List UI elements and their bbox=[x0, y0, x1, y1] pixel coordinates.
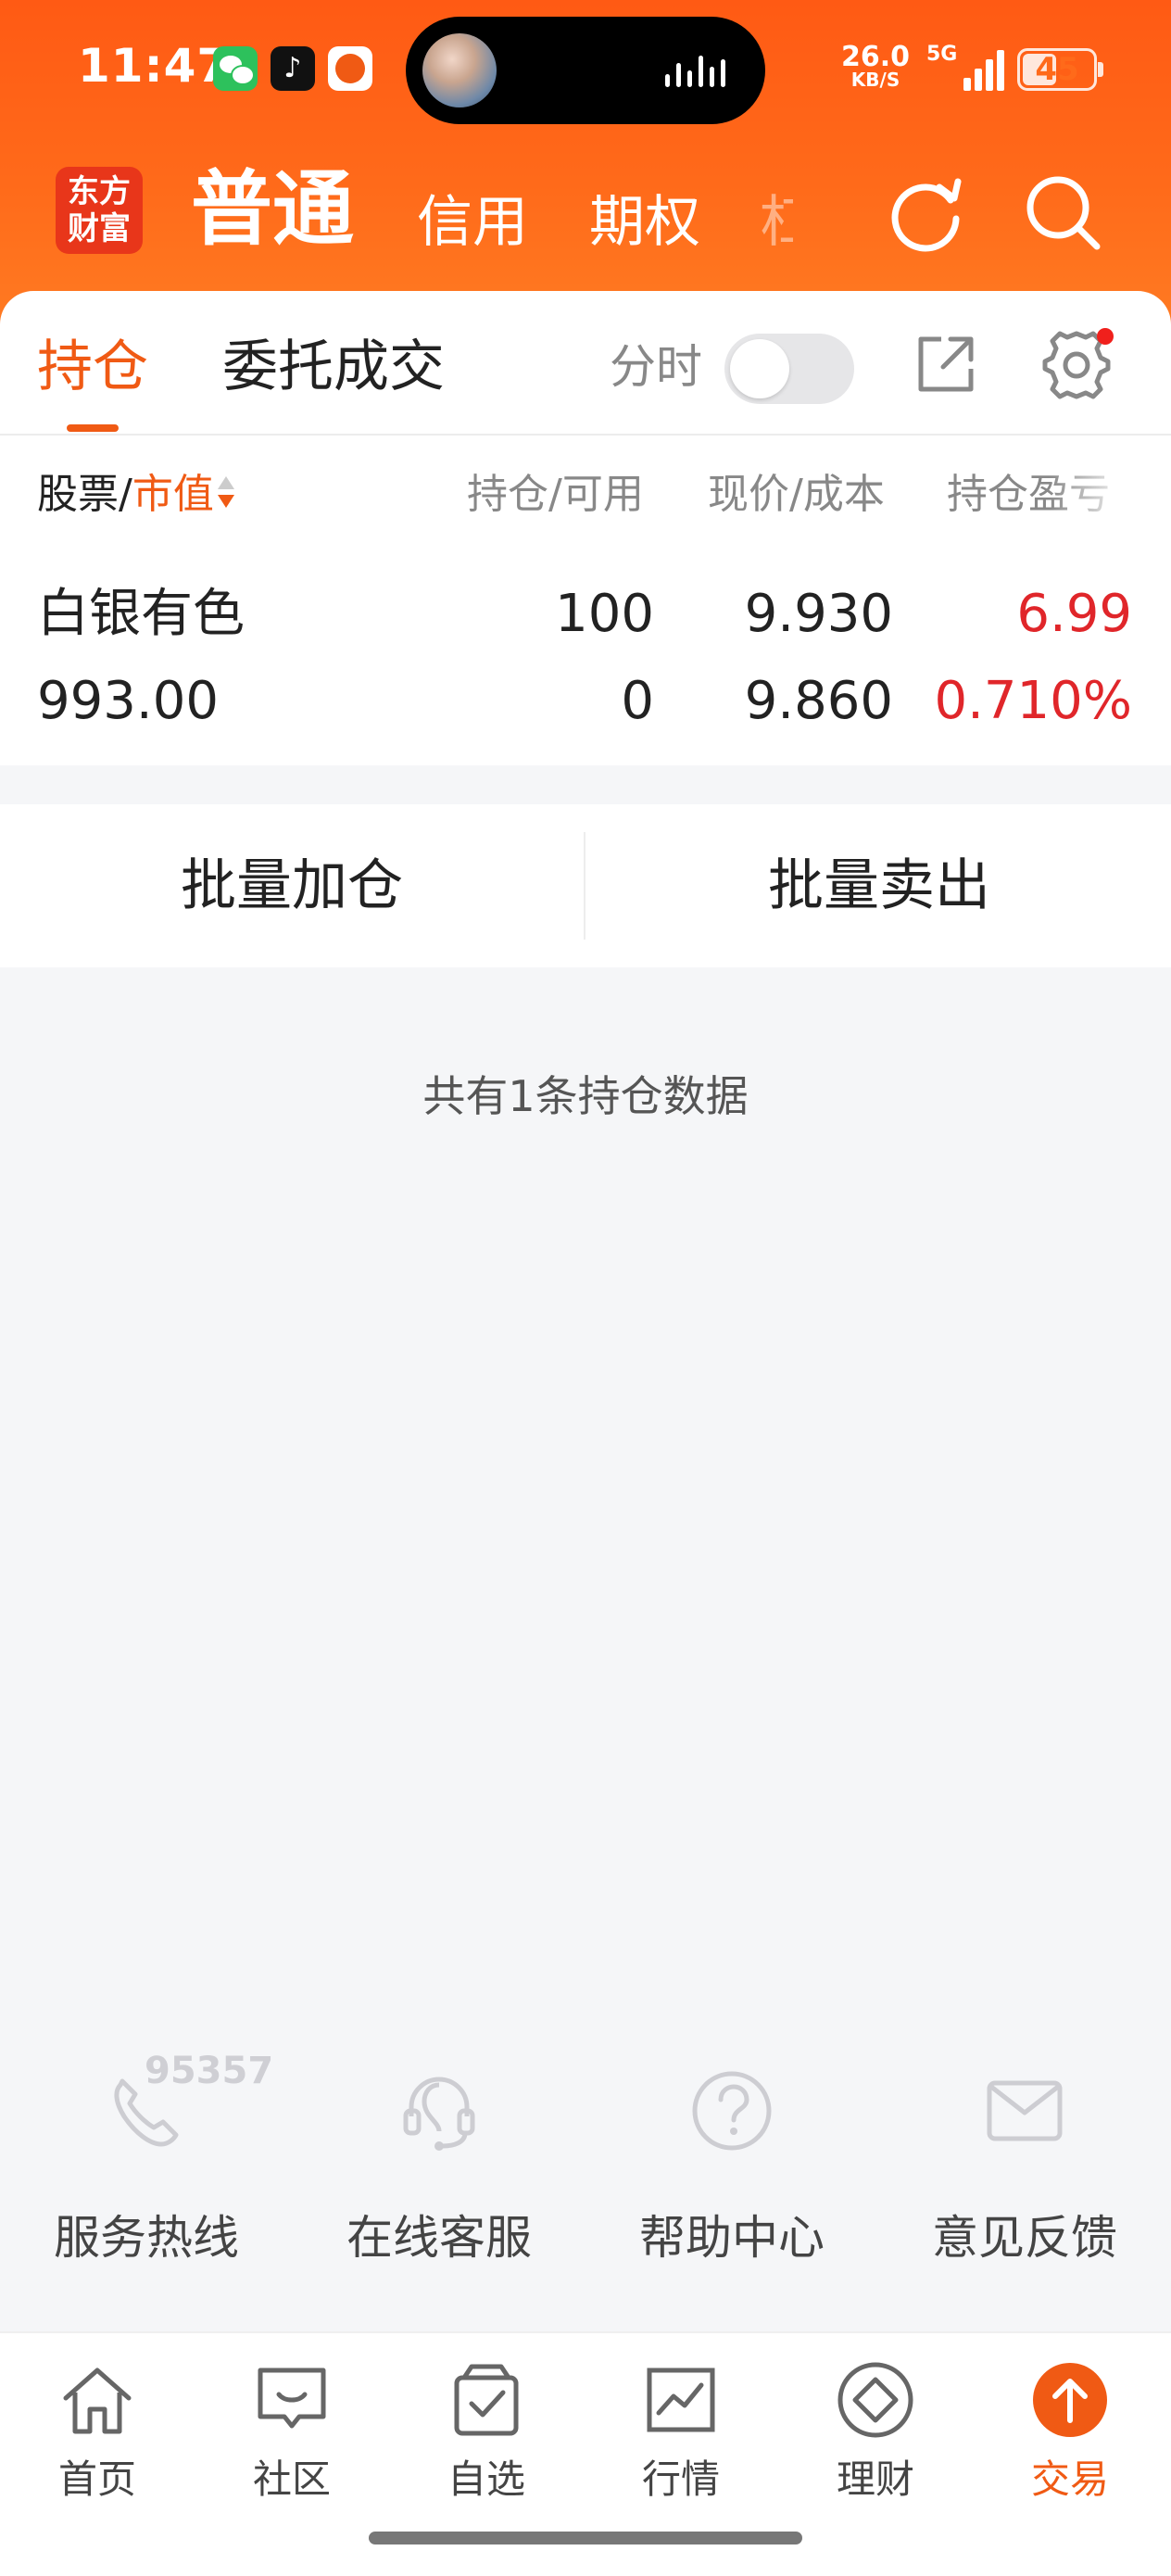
positions-count: 共有1条持仓数据 bbox=[422, 1071, 749, 1121]
mail-icon bbox=[987, 2080, 1063, 2141]
battery-icon: 45 bbox=[1017, 48, 1103, 91]
header-price-cost: 现价/成本 bbox=[708, 471, 885, 518]
profit-loss-percent: 0.710% bbox=[934, 671, 1132, 731]
profit-loss-amount: 6.99 bbox=[1016, 584, 1132, 644]
service-help-center[interactable]: 帮助中心 bbox=[586, 2048, 878, 2270]
timeshare-label: 分时 bbox=[610, 340, 702, 394]
toggle-knob bbox=[730, 339, 789, 398]
holding-qty: 100 bbox=[555, 584, 654, 644]
nav-home[interactable]: 首页 bbox=[0, 2359, 195, 2526]
app-header: 11:47 ♪ 26.0 KB/S 5G 45 东方 财富 普通 信用 期权 杠 bbox=[0, 0, 1171, 334]
network-speed: 26.0 KB/S bbox=[841, 41, 911, 91]
stock-name: 白银有色 bbox=[37, 584, 245, 644]
question-icon bbox=[692, 2071, 772, 2151]
tab-positions[interactable]: 持仓 bbox=[37, 330, 148, 404]
header-holding-available: 持仓/可用 bbox=[467, 471, 644, 518]
nav-watchlist[interactable]: 自选 bbox=[389, 2359, 584, 2526]
wechat-icon bbox=[213, 46, 258, 91]
header-stock-marketvalue[interactable]: 股票/市值 bbox=[37, 467, 236, 523]
trend-chart-icon bbox=[647, 2368, 715, 2432]
sort-icon bbox=[216, 473, 236, 513]
share-icon[interactable] bbox=[913, 332, 978, 397]
dynamic-island[interactable] bbox=[406, 17, 765, 124]
batch-divider bbox=[584, 832, 586, 940]
home-indicator[interactable] bbox=[369, 2532, 802, 2544]
signal-icon bbox=[963, 48, 1004, 91]
nav-trade[interactable]: 交易 bbox=[973, 2359, 1167, 2526]
chat-icon bbox=[258, 2368, 326, 2429]
header-profit-loss: 持仓盈亏 bbox=[947, 471, 1110, 518]
nav-community[interactable]: 社区 bbox=[195, 2359, 389, 2526]
service-online-support[interactable]: 在线客服 bbox=[293, 2048, 586, 2270]
media-avatar bbox=[422, 33, 497, 107]
tiktok-icon: ♪ bbox=[271, 46, 315, 91]
trade-arrow-icon bbox=[1033, 2363, 1107, 2437]
timeshare-toggle[interactable] bbox=[724, 334, 854, 404]
checklist-icon bbox=[454, 2364, 519, 2436]
refresh-icon[interactable] bbox=[884, 170, 967, 254]
nav-market[interactable]: 行情 bbox=[584, 2359, 778, 2526]
phone-icon bbox=[114, 2078, 179, 2147]
app-logo[interactable]: 东方 财富 bbox=[56, 167, 143, 254]
eastmoney-notification-icon bbox=[328, 46, 372, 91]
active-tab-indicator bbox=[67, 424, 119, 432]
service-hotline[interactable]: 95357 服务热线 bbox=[0, 2048, 293, 2270]
positions-card: 持仓 委托成交 分时 股票/市值 持仓/可用 现价/成本 持仓盈亏 白银有色 9… bbox=[0, 291, 1171, 765]
diamond-icon bbox=[837, 2362, 913, 2438]
tab-orders-trades[interactable]: 委托成交 bbox=[222, 330, 445, 404]
tab-leverage[interactable]: 杠 bbox=[760, 190, 793, 255]
stock-market-value: 993.00 bbox=[37, 671, 219, 731]
nav-wealth[interactable]: 理财 bbox=[778, 2359, 973, 2526]
search-icon[interactable] bbox=[1021, 170, 1104, 254]
divider bbox=[0, 434, 1171, 436]
available-qty: 0 bbox=[621, 671, 654, 731]
headset-icon bbox=[403, 2077, 475, 2151]
audio-wave-icon bbox=[665, 54, 730, 87]
status-bar: 11:47 ♪ 26.0 KB/S 5G 45 bbox=[0, 0, 1171, 139]
batch-sell-button[interactable]: 批量卖出 bbox=[587, 804, 1171, 967]
status-time: 11:47 bbox=[78, 39, 231, 93]
home-icon bbox=[63, 2368, 132, 2434]
batch-actions: 批量加仓 批量卖出 bbox=[0, 804, 1171, 967]
cost-price: 9.860 bbox=[744, 671, 893, 731]
current-price: 9.930 bbox=[744, 584, 893, 644]
tab-normal[interactable]: 普通 bbox=[191, 163, 354, 256]
service-feedback[interactable]: 意见反馈 bbox=[878, 2048, 1171, 2270]
tab-credit[interactable]: 信用 bbox=[417, 190, 528, 255]
tab-options[interactable]: 期权 bbox=[589, 190, 700, 255]
batch-add-button[interactable]: 批量加仓 bbox=[0, 804, 584, 967]
settings-badge bbox=[1097, 328, 1114, 345]
network-type: 5G bbox=[926, 43, 958, 66]
